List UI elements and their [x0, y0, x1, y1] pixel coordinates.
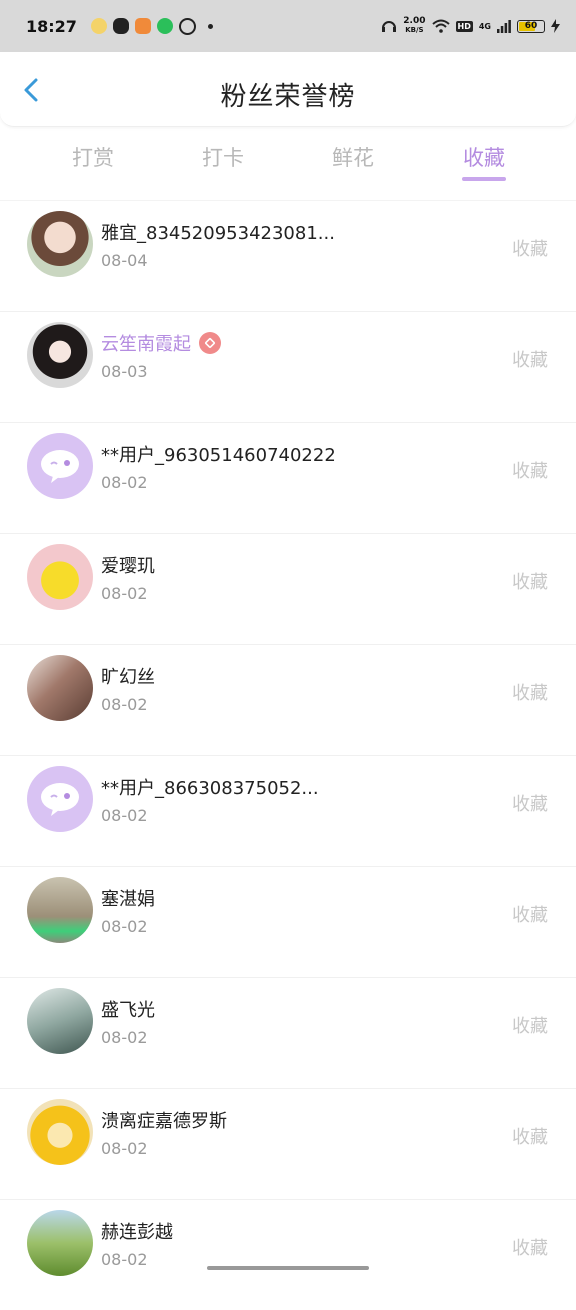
- date: 08-02: [101, 917, 148, 936]
- chat-bubble-default-avatar[interactable]: [27, 433, 93, 499]
- page-title: 粉丝荣誉榜: [220, 82, 356, 112]
- user-name: 旷幻丝: [101, 667, 155, 688]
- more-notifications-dot: [207, 23, 213, 29]
- signal-icon: [497, 19, 511, 33]
- home-indicator[interactable]: [207, 1266, 369, 1270]
- list-item[interactable]: 旷幻丝 08-02 收藏: [0, 644, 576, 755]
- battery-icon: 60: [517, 19, 545, 33]
- user-name: **用户_866308375052...: [101, 778, 319, 799]
- date: 08-02: [101, 1250, 148, 1269]
- list-item[interactable]: 溃离症嘉德罗斯 08-02 收藏: [0, 1088, 576, 1199]
- action-label: 收藏: [512, 905, 548, 926]
- notification-icons: [90, 17, 213, 35]
- list-item[interactable]: 赫连彭越 08-02 收藏: [0, 1199, 576, 1310]
- active-tab-indicator: [462, 177, 506, 181]
- date: 08-02: [101, 473, 148, 492]
- anime-girl-dark-hair-avatar[interactable]: [27, 322, 93, 388]
- headphones-icon: [382, 21, 397, 32]
- glass-dome-avatar[interactable]: [27, 988, 93, 1054]
- date: 08-02: [101, 584, 148, 603]
- app-notification-icon: [90, 18, 107, 34]
- action-label: 收藏: [512, 239, 548, 260]
- anime-yellow-hair-avatar[interactable]: [27, 1099, 93, 1165]
- action-label: 收藏: [512, 1127, 548, 1148]
- list-item[interactable]: 爱璎玑 08-02 收藏: [0, 533, 576, 644]
- fan-list: 雅宜_834520953423081... 08-04 收藏 云笙南霞起 08-…: [0, 200, 576, 1310]
- user-name: 赫连彭越: [101, 1222, 173, 1243]
- user-name: 雅宜_834520953423081...: [101, 223, 335, 244]
- hd-badge: HD: [455, 20, 473, 32]
- status-time: 18:27: [26, 16, 77, 36]
- tab-flowers[interactable]: 鲜花: [332, 142, 374, 172]
- network-speed: 2.00 KB/S: [403, 17, 425, 35]
- list-item[interactable]: 盛飞光 08-02 收藏: [0, 977, 576, 1088]
- user-name: 爱璎玑: [101, 556, 155, 577]
- battery-level: 60: [524, 20, 538, 31]
- tab-favorites[interactable]: 收藏: [463, 142, 505, 172]
- pikachu-avatar[interactable]: [27, 544, 93, 610]
- girl-outdoor-avatar[interactable]: [27, 877, 93, 943]
- nav-bar: 粉丝荣誉榜: [0, 52, 576, 127]
- network-type: 4G: [478, 21, 491, 31]
- user-name: 塞湛娟: [101, 889, 155, 910]
- user-name: 盛飞光: [101, 1000, 155, 1021]
- chat-bubble-icon: [41, 783, 79, 816]
- list-item[interactable]: 雅宜_834520953423081... 08-04 收藏: [0, 200, 576, 311]
- message-icon: [156, 18, 173, 34]
- list-item[interactable]: 塞湛娟 08-02 收藏: [0, 866, 576, 977]
- action-label: 收藏: [512, 1016, 548, 1037]
- wifi-icon: [431, 19, 450, 33]
- list-item[interactable]: **用户_963051460740222 08-02 收藏: [0, 422, 576, 533]
- flowers-avatar[interactable]: [27, 1210, 93, 1276]
- status-bar: 18:27 2.00 KB/S HD 4G 60: [0, 0, 576, 52]
- list-item[interactable]: **用户_866308375052... 08-02 收藏: [0, 755, 576, 866]
- user-name: 溃离症嘉德罗斯: [101, 1111, 227, 1132]
- charging-icon: [551, 19, 560, 33]
- wechat-icon: [112, 18, 129, 34]
- date: 08-03: [101, 362, 148, 381]
- status-right: 2.00 KB/S HD 4G 60: [381, 17, 560, 35]
- k-app-icon: [178, 17, 196, 35]
- action-label: 收藏: [512, 1238, 548, 1259]
- tab-checkin[interactable]: 打卡: [202, 142, 244, 172]
- girl-photo-avatar[interactable]: [27, 655, 93, 721]
- action-label: 收藏: [512, 572, 548, 593]
- speed-unit: KB/S: [405, 26, 424, 34]
- chat-bubble-default-avatar[interactable]: [27, 766, 93, 832]
- list-item[interactable]: 云笙南霞起 08-03 收藏: [0, 311, 576, 422]
- user-name: 云笙南霞起: [101, 330, 221, 356]
- speed-value: 2.00: [403, 16, 426, 26]
- action-label: 收藏: [512, 794, 548, 815]
- action-label: 收藏: [512, 683, 548, 704]
- date: 08-02: [101, 695, 148, 714]
- date: 08-02: [101, 1028, 148, 1047]
- app-notification-icon-2: [134, 18, 151, 34]
- vip-diamond-icon: [199, 332, 221, 354]
- date: 08-04: [101, 251, 148, 270]
- tab-bar: 打赏 打卡 鲜花 收藏: [0, 130, 576, 190]
- date: 08-02: [101, 806, 148, 825]
- action-label: 收藏: [512, 350, 548, 371]
- user-name: **用户_963051460740222: [101, 445, 336, 466]
- anime-girl-avatar[interactable]: [27, 211, 93, 277]
- chat-bubble-icon: [41, 450, 79, 483]
- date: 08-02: [101, 1139, 148, 1158]
- tab-reward[interactable]: 打赏: [72, 142, 114, 172]
- user-name-text: 云笙南霞起: [101, 334, 191, 355]
- action-label: 收藏: [512, 461, 548, 482]
